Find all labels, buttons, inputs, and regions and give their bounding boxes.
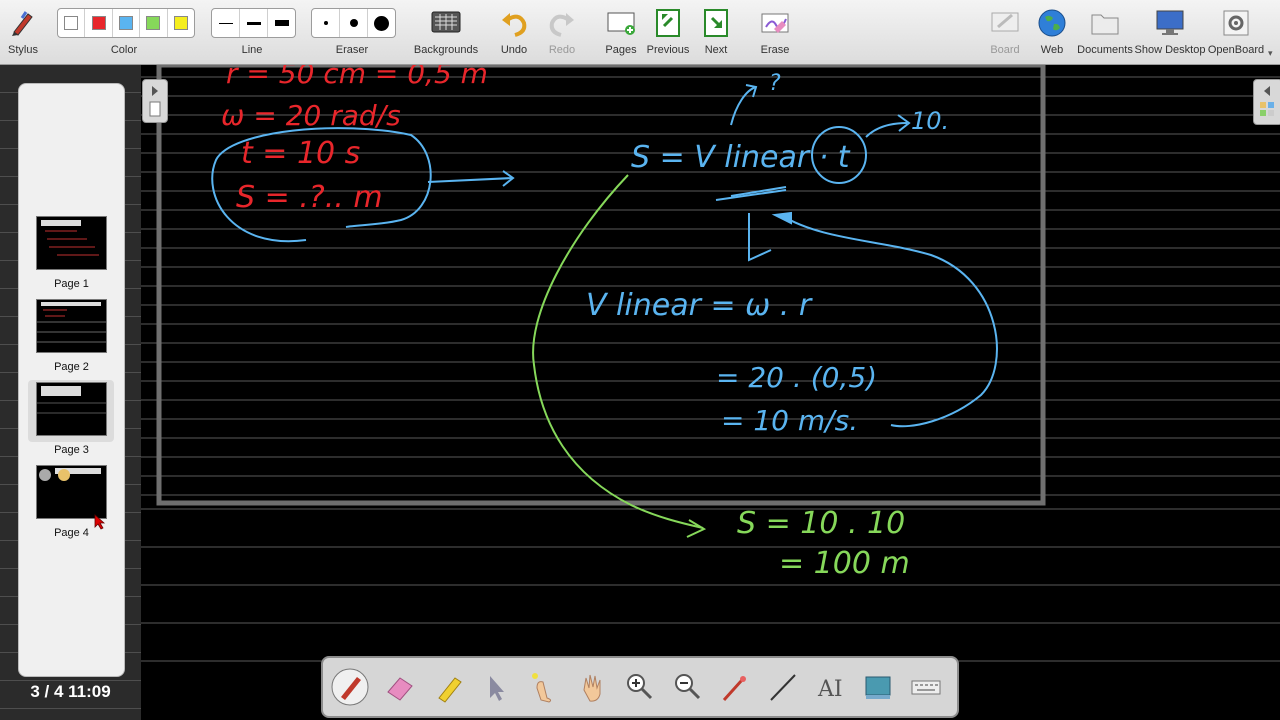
documents-label: Documents: [1077, 44, 1133, 56]
blue-question-mark: ?: [769, 71, 781, 96]
blue-substitution: = 20 . (0,5): [716, 361, 877, 394]
blue-handwriting: ? S = V linear · t 10. V linear = ω . r …: [586, 71, 949, 437]
laser-pointer-icon[interactable]: [716, 668, 754, 706]
stylus-label: Stylus: [8, 44, 38, 56]
redo-label: Redo: [548, 44, 576, 56]
previous-label: Previous: [646, 44, 690, 56]
pen-tool-icon[interactable]: [331, 668, 369, 706]
page-4-label: Page 4: [54, 527, 89, 539]
marker-tool-icon[interactable]: [429, 668, 467, 706]
pan-hand-icon[interactable]: [574, 668, 612, 706]
red-line-radius: r = 50 cm = 0,5 m: [226, 65, 488, 90]
line-thick-option[interactable]: [268, 9, 295, 37]
red-line-omega: ω = 20 rad/s: [221, 99, 401, 132]
line-medium-option[interactable]: [240, 9, 268, 37]
color-label: Color: [110, 44, 138, 56]
green-handwriting: S = 10 . 10 = 100 m: [737, 506, 910, 581]
undo-label: Undo: [500, 44, 528, 56]
backgrounds-icon[interactable]: [429, 6, 463, 40]
desktop-monitor-icon[interactable]: [1153, 6, 1187, 40]
page-2-label: Page 2: [54, 361, 89, 373]
eraser-medium-option[interactable]: [340, 9, 368, 37]
eraser-label: Eraser: [335, 44, 369, 56]
web-globe-icon[interactable]: [1035, 6, 1069, 40]
capture-tool-icon[interactable]: [859, 668, 897, 706]
eraser-small-option[interactable]: [312, 9, 340, 37]
line-thin-option[interactable]: [212, 9, 240, 37]
erase-icon[interactable]: [758, 6, 792, 40]
board-label: Board: [990, 44, 1020, 56]
line-width-selector: [211, 8, 296, 38]
color-red-swatch[interactable]: [85, 9, 113, 37]
erase-label: Erase: [760, 44, 790, 56]
green-answer: = 100 m: [779, 546, 910, 581]
blue-formula: S = V linear · t: [631, 140, 851, 175]
board-icon[interactable]: [988, 6, 1022, 40]
selector-arrow-icon[interactable]: [476, 668, 514, 706]
line-label: Line: [241, 44, 263, 56]
show-desktop-label: Show Desktop: [1134, 44, 1206, 56]
main-toolbar: Stylus Color Line Eraser Backgrounds Und…: [0, 0, 1280, 65]
eraser-tool-icon[interactable]: [380, 668, 418, 706]
keyboard-icon[interactable]: [907, 668, 945, 706]
mouse-cursor-icon: [94, 514, 106, 530]
blue-result: = 10 m/s.: [721, 404, 858, 437]
text-tool-icon[interactable]: AI: [812, 668, 850, 706]
redo-icon[interactable]: [545, 6, 579, 40]
color-white-swatch[interactable]: [58, 9, 86, 37]
openboard-label: OpenBoard: [1207, 44, 1265, 56]
page-thumbnail-3[interactable]: [36, 382, 107, 436]
next-icon[interactable]: [699, 6, 733, 40]
line-tool-icon[interactable]: [764, 668, 802, 706]
page-thumbnail-2[interactable]: [36, 299, 107, 353]
pages-icon[interactable]: [604, 6, 638, 40]
color-blue-swatch[interactable]: [113, 9, 141, 37]
openboard-gear-icon[interactable]: [1219, 6, 1253, 40]
undo-icon[interactable]: [497, 6, 531, 40]
svg-text:AI: AI: [817, 677, 843, 702]
interact-hand-icon[interactable]: [525, 668, 563, 706]
pages-label: Pages: [605, 44, 637, 56]
blue-v-linear: V linear = ω . r: [586, 288, 813, 323]
red-handwriting: r = 50 cm = 0,5 m ω = 20 rad/s t = 10 s …: [221, 65, 488, 215]
color-palette: [57, 8, 195, 38]
backgrounds-label: Backgrounds: [413, 44, 479, 56]
stylus-icon[interactable]: [6, 6, 40, 40]
documents-folder-icon[interactable]: [1088, 6, 1122, 40]
eraser-size-selector: [311, 8, 396, 38]
previous-icon[interactable]: [651, 6, 685, 40]
color-green-swatch[interactable]: [140, 9, 168, 37]
right-panel-toggle[interactable]: [1253, 79, 1280, 125]
zoom-in-icon[interactable]: [621, 668, 659, 706]
blue-ten: 10.: [911, 107, 949, 135]
tools-palette: AI: [321, 656, 959, 718]
page-thumbnail-1[interactable]: [36, 216, 107, 270]
zoom-out-icon[interactable]: [669, 668, 707, 706]
web-label: Web: [1040, 44, 1064, 56]
eraser-large-option[interactable]: [368, 9, 395, 37]
next-label: Next: [704, 44, 728, 56]
board-canvas[interactable]: r = 50 cm = 0,5 m ω = 20 rad/s t = 10 s …: [141, 65, 1280, 720]
red-line-distance: S = .?.. m: [236, 180, 383, 215]
page-indicator: 3 / 4 11:09: [30, 682, 111, 701]
toolbar-overflow-icon[interactable]: ▾: [1268, 48, 1273, 59]
page-1-label: Page 1: [54, 278, 89, 290]
page-thumbnails-list: Page 1 Page 2 Page 3 Page 4: [18, 83, 125, 677]
page-3-label: Page 3: [54, 444, 89, 456]
page-thumbnail-4[interactable]: [36, 465, 107, 519]
red-line-time: t = 10 s: [241, 136, 360, 171]
green-product: S = 10 . 10: [737, 506, 905, 541]
color-yellow-swatch[interactable]: [168, 9, 194, 37]
left-panel-toggle[interactable]: [142, 79, 168, 123]
